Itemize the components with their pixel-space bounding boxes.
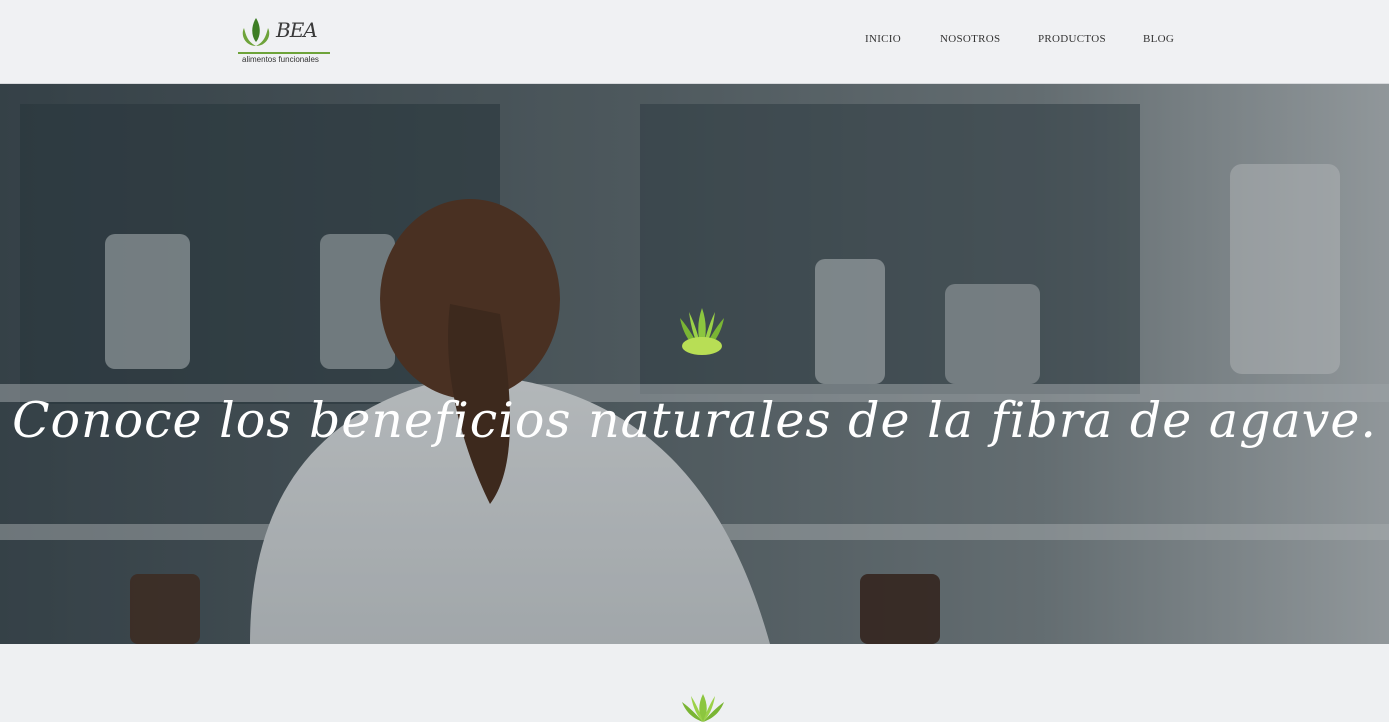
nav-item-inicio[interactable]: INICIO — [865, 33, 901, 45]
hero-banner: Conoce los beneficios naturales de la fi… — [0, 84, 1389, 644]
leaf-logo-icon — [242, 18, 270, 46]
nav-item-nosotros[interactable]: NOSOTROS — [940, 33, 1000, 45]
hero-overlay — [0, 84, 1389, 644]
agave-icon — [680, 308, 724, 355]
logo-divider — [238, 52, 330, 54]
nav-item-blog[interactable]: BLOG — [1143, 33, 1174, 45]
hero-title: Conoce los beneficios naturales de la fi… — [12, 392, 1377, 449]
agave-icon — [682, 694, 724, 722]
nav-item-productos[interactable]: PRODUCTOS — [1038, 33, 1106, 45]
brand-tagline: alimentos funcionales — [242, 55, 319, 64]
brand-logo[interactable]: BEA alimentos funcionales — [238, 14, 332, 68]
content-card — [233, 644, 1169, 722]
site-header: BEA alimentos funcionales INICIO NOSOTRO… — [0, 0, 1389, 84]
brand-name: BEA — [276, 18, 318, 42]
